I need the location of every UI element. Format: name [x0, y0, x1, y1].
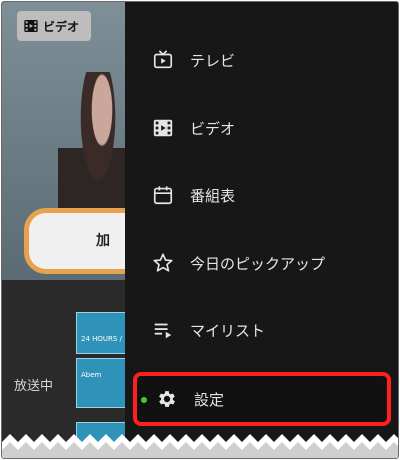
caption-box — [24, 208, 126, 274]
navigation-drawer: テレビ ビデオ 番組表 今日のピックアップ マイリスト 設定 — [125, 2, 398, 458]
film-icon — [153, 119, 173, 137]
calendar-icon — [153, 186, 173, 205]
thumbnail-text: 24 HOURS / — [81, 335, 122, 343]
active-indicator — [141, 397, 147, 403]
video-preview[interactable]: ビデオ 加 — [2, 2, 126, 280]
playlist-icon — [154, 323, 172, 339]
menu-label: 設定 — [194, 390, 225, 409]
section-label-on-air: 放送中 — [14, 379, 54, 394]
program-thumbnail[interactable]: Abem — [76, 358, 130, 408]
app-window: ビデオ 加 放送中 24 HOURS / Abem テレビ ビデオ 番組表 今日… — [1, 1, 399, 459]
menu-label: テレビ — [190, 51, 236, 70]
menu-label: 今日のピックアップ — [190, 254, 326, 273]
zigzag-edge — [2, 434, 398, 458]
gear-icon — [159, 391, 175, 407]
thumbnail-text: Abem — [81, 371, 102, 379]
menu-item-mylist[interactable]: マイリスト — [125, 302, 398, 358]
menu-item-settings[interactable]: 設定 — [133, 372, 391, 426]
menu-label: ビデオ — [190, 119, 236, 138]
tv-icon — [153, 50, 173, 69]
star-icon — [153, 253, 173, 272]
menu-item-pickup[interactable]: 今日のピックアップ — [125, 235, 398, 291]
video-badge[interactable]: ビデオ — [17, 11, 91, 41]
menu-label: 番組表 — [190, 186, 236, 205]
menu-label: マイリスト — [190, 321, 266, 340]
menu-item-tv[interactable]: テレビ — [125, 32, 398, 88]
program-thumbnail[interactable]: 24 HOURS / — [76, 312, 130, 354]
film-icon — [24, 20, 38, 32]
menu-item-schedule[interactable]: 番組表 — [125, 167, 398, 223]
video-badge-label: ビデオ — [43, 19, 80, 34]
menu-item-video[interactable]: ビデオ — [125, 100, 398, 156]
caption-text: 加 — [96, 233, 110, 249]
